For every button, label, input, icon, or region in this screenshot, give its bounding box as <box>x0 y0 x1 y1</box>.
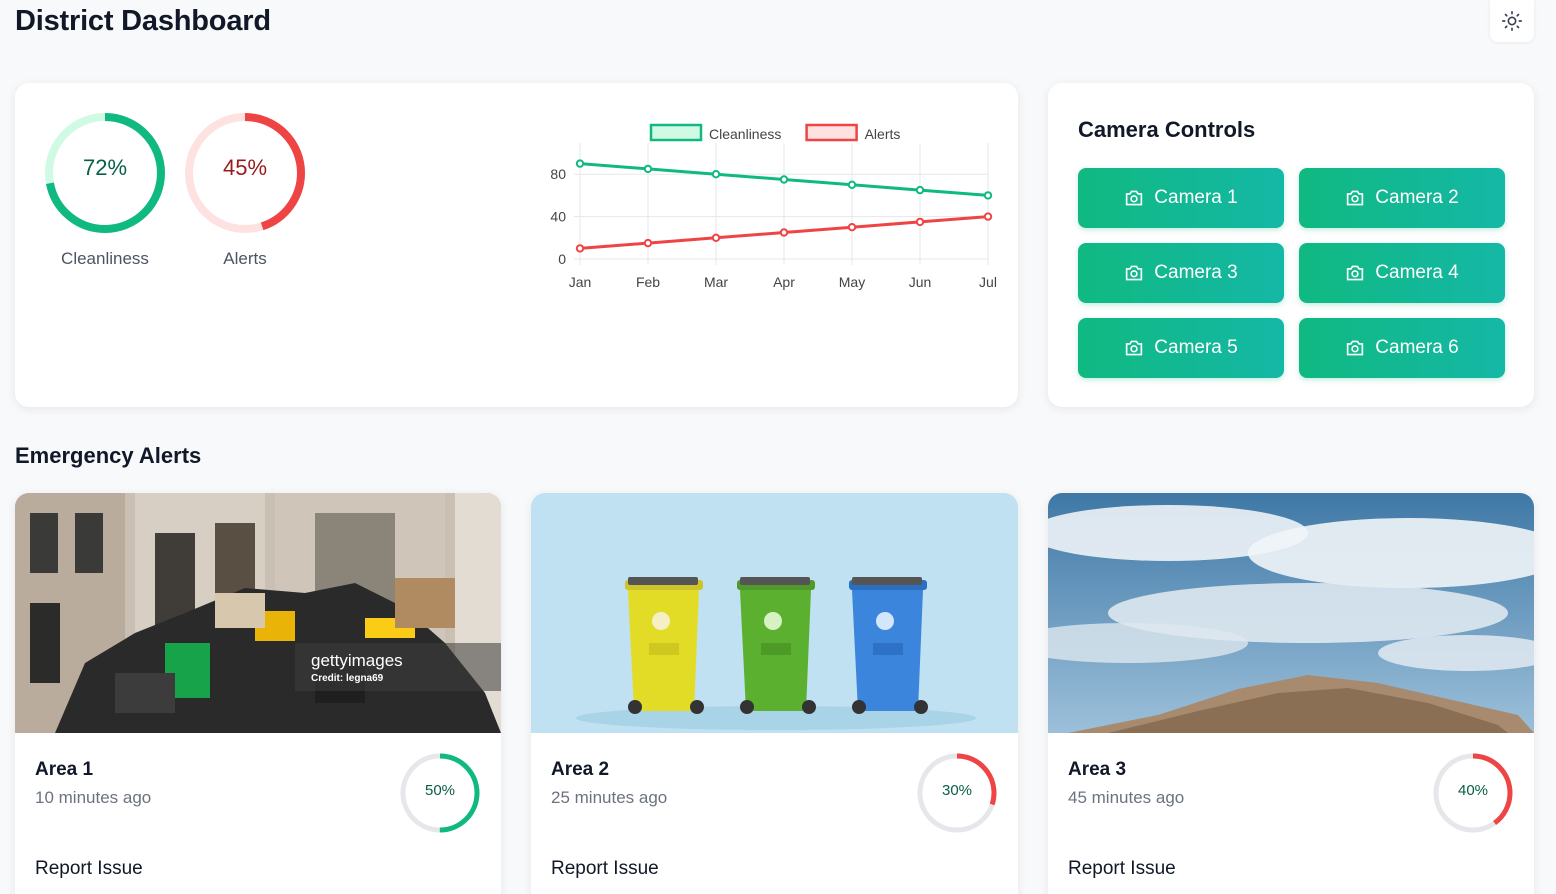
alerts-label: Alerts <box>223 249 267 268</box>
chart-x-tick-label: May <box>839 274 865 290</box>
area-2-gauge: 30% <box>916 752 998 834</box>
chart-x-tick-label: Jul <box>979 274 997 290</box>
area-1-report-issue-link[interactable]: Report Issue <box>35 858 143 880</box>
alert-card-area-2: Area 2 25 minutes ago 30% Report Issue <box>531 493 1018 894</box>
camera-3-button[interactable]: Camera 3 <box>1078 243 1284 303</box>
chart-point-alerts <box>711 233 721 243</box>
area-3-report-issue-link[interactable]: Report Issue <box>1068 858 1176 880</box>
camera-1-label: Camera 1 <box>1154 187 1238 208</box>
camera-3-label: Camera 3 <box>1154 262 1238 283</box>
alert-card-area-1: gettyimages Credit: legna69 Area 1 10 mi… <box>15 493 501 894</box>
area-2-time: 25 minutes ago <box>551 788 668 807</box>
area-2-name: Area 2 <box>551 759 610 780</box>
area-3-percent: 40% <box>1457 782 1489 799</box>
chart-point-alerts <box>779 228 789 237</box>
alerts-gauge: 45% Alerts <box>183 111 307 269</box>
chart-point-cleanliness <box>983 191 993 200</box>
area-1-name: Area 1 <box>35 759 94 780</box>
trend-line-chart: 0 40 80 Jan Feb Mar Apr May Jun Jul Cleanliness Ale… <box>525 113 1005 303</box>
camera-icon <box>1347 265 1364 281</box>
area-3-gauge: 40% <box>1432 752 1514 834</box>
camera-icon <box>1347 340 1364 356</box>
chart-svg: 0 40 80 Jan Feb Mar Apr May Jun Jul Cleanliness Ale… <box>550 123 997 290</box>
area-1-percent: 50% <box>424 782 456 799</box>
area-3-time: 45 minutes ago <box>1068 788 1185 807</box>
chart-legend-swatch <box>805 123 858 142</box>
chart-x-tick-label: Apr <box>773 274 795 290</box>
alerts-value: 45% <box>222 155 268 180</box>
alert-card-area-3: Area 3 45 minutes ago 40% Report Issue <box>1048 493 1534 894</box>
area-2-percent: 30% <box>941 782 973 799</box>
chart-x-tick-label: Jun <box>909 274 932 290</box>
cleanliness-gauge: 72% Cleanliness <box>43 111 167 269</box>
area-1-time: 10 minutes ago <box>35 788 152 807</box>
page-title: District Dashboard <box>15 5 271 37</box>
camera-icon <box>1126 340 1143 356</box>
camera-5-label: Camera 5 <box>1154 337 1238 358</box>
landfill-image <box>1048 493 1534 733</box>
camera-4-label: Camera 4 <box>1375 262 1459 283</box>
chart-y-tick-label: 0 <box>558 251 566 267</box>
camera-1-button[interactable]: Camera 1 <box>1078 168 1284 228</box>
cleanliness-label: Cleanliness <box>61 249 149 268</box>
camera-2-label: Camera 2 <box>1375 187 1459 208</box>
area-1-watermark: gettyimages Credit: legna69 <box>311 651 403 684</box>
chart-point-cleanliness <box>643 164 653 174</box>
chart-legend-label: Alerts <box>865 126 901 142</box>
camera-icon <box>1126 190 1143 206</box>
chart-y-tick-label: 40 <box>550 209 566 225</box>
cleanliness-value: 72% <box>82 155 128 180</box>
chart-x-tick-label: Feb <box>636 274 660 290</box>
area-3-name: Area 3 <box>1068 759 1127 780</box>
recycling-bins-image <box>531 493 1018 733</box>
sun-icon <box>1502 11 1522 31</box>
camera-icon <box>1347 190 1364 206</box>
camera-6-button[interactable]: Camera 6 <box>1299 318 1505 378</box>
chart-point-cleanliness <box>915 185 925 195</box>
chart-point-alerts <box>575 244 585 253</box>
chart-point-alerts <box>983 212 993 221</box>
stats-card: 72% Cleanliness 45% Alerts 0 40 80 Jan Feb Ma… <box>15 83 1018 407</box>
area-1-gauge: 50% <box>399 752 481 834</box>
area-2-report-issue-link[interactable]: Report Issue <box>551 858 659 880</box>
chart-point-alerts <box>915 217 925 227</box>
chart-x-tick-label: Mar <box>704 274 728 290</box>
camera-6-label: Camera 6 <box>1375 337 1459 358</box>
credit-text: Credit: legna69 <box>311 673 384 684</box>
camera-4-button[interactable]: Camera 4 <box>1299 243 1505 303</box>
chart-point-cleanliness <box>847 180 857 190</box>
camera-controls-title: Camera Controls <box>1078 117 1256 142</box>
chart-point-cleanliness <box>575 159 585 168</box>
camera-2-button[interactable]: Camera 2 <box>1299 168 1505 228</box>
camera-icon <box>1126 265 1143 281</box>
chart-y-tick-label: 80 <box>550 166 566 182</box>
chart-legend-label: Cleanliness <box>709 126 781 142</box>
camera-controls-card: Camera Controls Camera 1 Camera 2 Camera… <box>1048 83 1534 407</box>
emergency-alerts-title: Emergency Alerts <box>15 443 202 468</box>
chart-point-alerts <box>643 238 653 248</box>
chart-point-alerts <box>847 223 857 232</box>
theme-toggle-button[interactable] <box>1490 0 1534 42</box>
watermark-text: gettyimages <box>311 651 403 670</box>
chart-x-tick-label: Jan <box>569 274 592 290</box>
camera-5-button[interactable]: Camera 5 <box>1078 318 1284 378</box>
chart-point-cleanliness <box>711 170 721 179</box>
chart-point-cleanliness <box>779 175 789 184</box>
chart-legend-swatch <box>649 123 703 142</box>
